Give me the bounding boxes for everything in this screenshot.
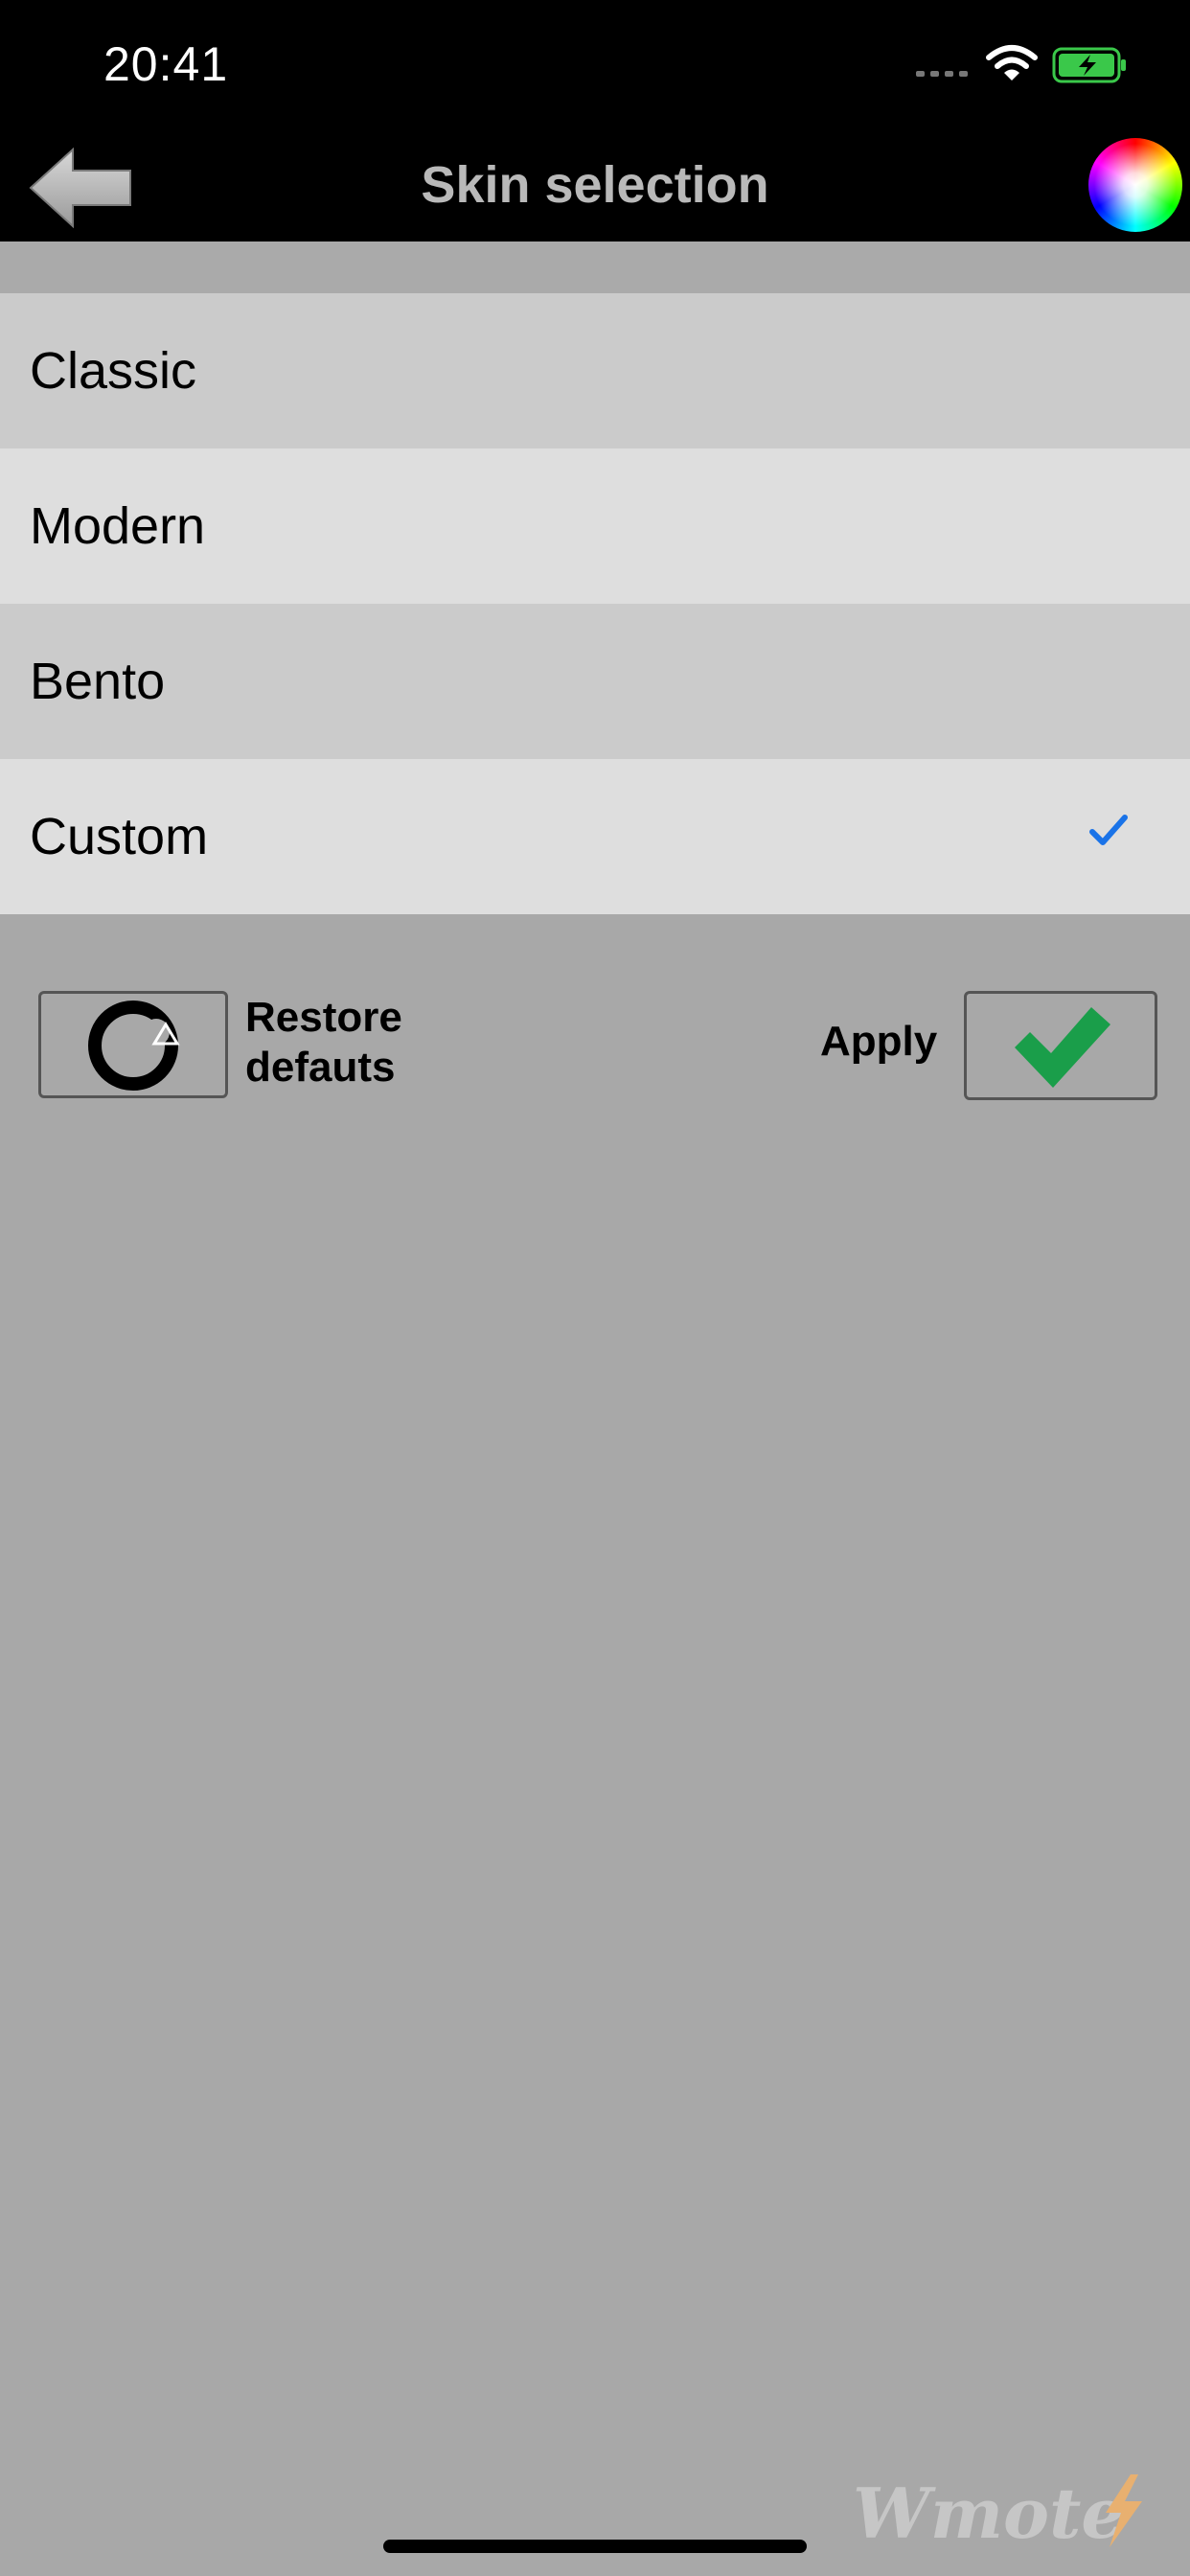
selected-check-icon (1089, 815, 1128, 845)
restore-defaults-button[interactable] (38, 991, 228, 1098)
page-title: Skin selection (421, 156, 769, 214)
skin-item-classic[interactable]: Classic (0, 293, 1190, 448)
apply-check-icon (1015, 1007, 1110, 1088)
apply-button[interactable] (964, 991, 1157, 1100)
skin-item-bento[interactable]: Bento (0, 604, 1190, 759)
skin-item-label: Custom (30, 808, 209, 865)
skin-item-label: Bento (30, 653, 166, 710)
status-time: 20:41 (103, 37, 229, 91)
wifi-icon (986, 45, 1038, 80)
nav-bar: Skin selection (0, 134, 1190, 242)
apply-label: Apply (820, 1018, 938, 1065)
watermark-logo: Wmote (853, 2472, 1126, 2554)
skin-item-label: Classic (30, 342, 197, 400)
skin-item-custom[interactable]: Custom (0, 759, 1190, 914)
skin-item-modern[interactable]: Modern (0, 448, 1190, 604)
restore-label-line1: Restore (245, 994, 402, 1041)
status-bar: 20:41 (0, 0, 1190, 134)
signal-dots-icon (916, 71, 968, 77)
home-indicator (383, 2540, 807, 2553)
battery-charging-icon (1052, 47, 1126, 83)
restore-label-line2: defauts (245, 1044, 396, 1091)
restore-icon (88, 1000, 180, 1091)
list-header-spacer (0, 242, 1190, 293)
lightning-bolt-icon (1106, 2474, 1142, 2547)
skin-list: Classic Modern Bento Custom (0, 293, 1190, 914)
skin-item-label: Modern (30, 497, 206, 555)
restore-defaults-label: Restore defauts (245, 993, 402, 1092)
color-wheel-icon[interactable] (1088, 138, 1182, 232)
